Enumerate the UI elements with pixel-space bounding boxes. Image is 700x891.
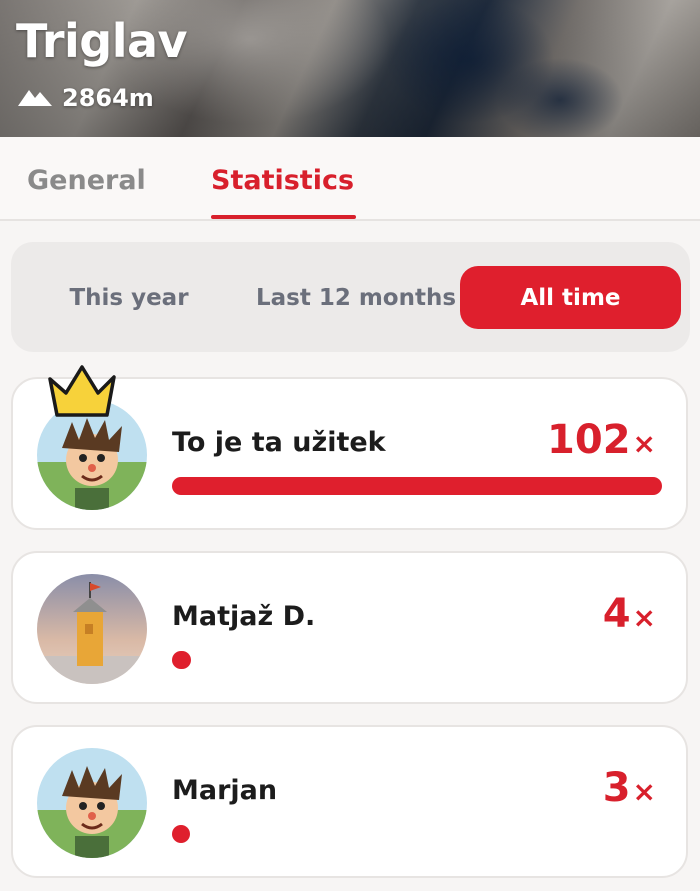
progress-bar bbox=[172, 651, 662, 669]
tab-general[interactable]: General bbox=[27, 165, 146, 196]
ascent-count: 4 × bbox=[602, 591, 656, 637]
tab-statistics[interactable]: Statistics bbox=[211, 165, 354, 196]
peak-header-image: Triglav 2864m bbox=[0, 0, 700, 137]
filter-last-12-months[interactable]: Last 12 months bbox=[251, 266, 461, 329]
progress-bar-fill bbox=[172, 651, 192, 669]
peak-elevation: 2864m bbox=[18, 84, 154, 112]
peak-name: Triglav bbox=[16, 14, 188, 68]
progress-bar-fill bbox=[172, 825, 190, 843]
mountain-icon bbox=[18, 84, 52, 112]
filter-this-year[interactable]: This year bbox=[49, 266, 209, 329]
progress-bar bbox=[172, 825, 662, 843]
elevation-value: 2864m bbox=[62, 84, 154, 112]
ascent-count: 3 × bbox=[602, 765, 656, 811]
user-name: To je ta užitek bbox=[172, 427, 386, 458]
tab-bar: General Statistics bbox=[0, 137, 700, 221]
leaderboard-item[interactable]: Marjan 3 × bbox=[11, 725, 688, 878]
crown-icon bbox=[44, 363, 120, 425]
leaderboard-item[interactable]: To je ta užitek 102 × bbox=[11, 365, 688, 530]
filter-all-time[interactable]: All time bbox=[460, 266, 681, 329]
ascent-count: 102 × bbox=[547, 417, 656, 463]
period-filter: This year Last 12 months All time bbox=[11, 242, 690, 352]
user-name: Matjaž D. bbox=[172, 601, 316, 632]
avatar bbox=[37, 748, 147, 858]
user-name: Marjan bbox=[172, 775, 278, 806]
active-tab-indicator bbox=[211, 215, 356, 219]
progress-bar bbox=[172, 477, 662, 495]
progress-bar-fill bbox=[172, 477, 662, 495]
leaderboard-item[interactable]: Matjaž D. 4 × bbox=[11, 551, 688, 704]
avatar bbox=[37, 574, 147, 684]
